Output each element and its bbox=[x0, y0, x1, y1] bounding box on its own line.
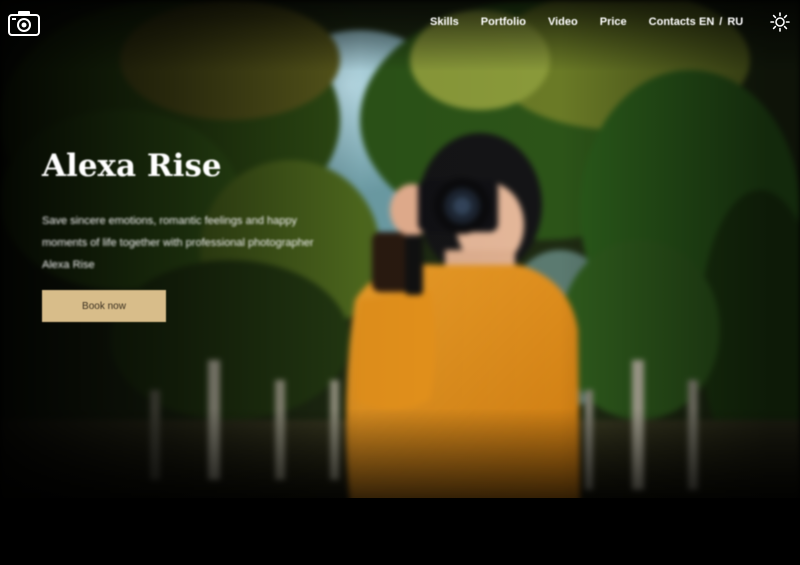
camera-icon[interactable] bbox=[8, 10, 40, 36]
main-nav: Skills Portfolio Video Price Contacts bbox=[430, 14, 718, 30]
hero-description: Save sincere emotions, romantic feelings… bbox=[42, 215, 314, 271]
nav-contacts[interactable]: Contacts bbox=[649, 14, 696, 30]
language-switcher: EN / RU bbox=[699, 14, 743, 30]
nav-skills[interactable]: Skills bbox=[430, 14, 459, 30]
lang-ru[interactable]: RU bbox=[727, 14, 743, 30]
nav-video[interactable]: Video bbox=[548, 14, 578, 30]
hero-title: Alexa Rise bbox=[42, 148, 222, 184]
site-header: Skills Portfolio Video Price Contacts EN… bbox=[0, 0, 800, 46]
nav-portfolio[interactable]: Portfolio bbox=[481, 14, 526, 30]
book-now-button[interactable]: Book now bbox=[42, 290, 166, 322]
nav-price[interactable]: Price bbox=[600, 14, 627, 30]
lang-separator: / bbox=[719, 16, 723, 28]
hero-section: Skills Portfolio Video Price Contacts EN… bbox=[0, 0, 800, 565]
lang-en[interactable]: EN bbox=[699, 14, 714, 30]
sun-icon[interactable] bbox=[770, 12, 790, 32]
